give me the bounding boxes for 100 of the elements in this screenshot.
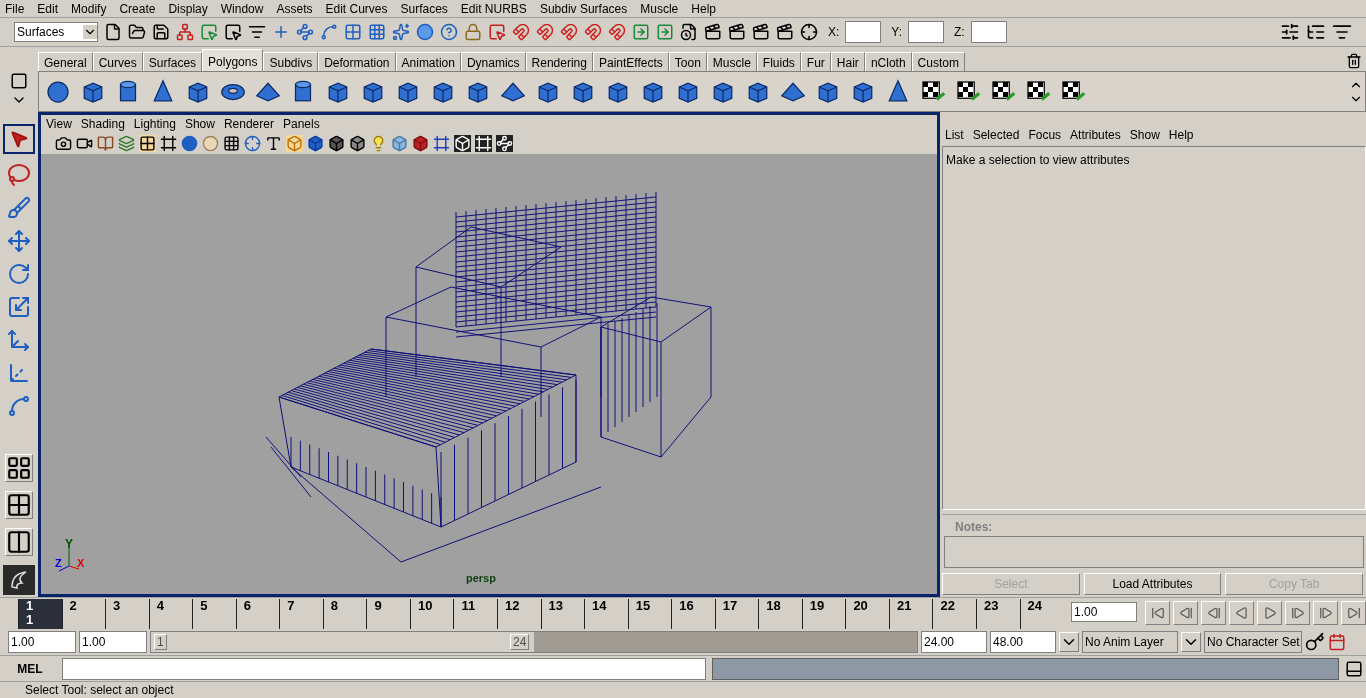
- playback-button[interactable]: [1145, 601, 1170, 625]
- magnet-icon[interactable]: [584, 23, 602, 41]
- current-time-field[interactable]: 1.00: [1071, 602, 1137, 622]
- frame-cell[interactable]: 12: [497, 599, 541, 629]
- menu-item[interactable]: Edit NURBS: [460, 0, 527, 18]
- coordinate-field[interactable]: [908, 21, 945, 43]
- channel-box-icon[interactable]: [1280, 22, 1300, 42]
- menu-item[interactable]: Muscle: [640, 0, 679, 18]
- command-field[interactable]: [62, 657, 706, 680]
- notes-field[interactable]: [944, 536, 1364, 568]
- input-icon[interactable]: [632, 23, 650, 41]
- text-icon[interactable]: [265, 135, 282, 152]
- frame-cell[interactable]: 3: [105, 599, 149, 629]
- range-start-handle[interactable]: 1: [154, 634, 167, 650]
- time-slider[interactable]: 1 1 2 3 4 5 6 7 8 9 10 11 12 13 14 15 16 17 18 19 20 21 22 23 24: [18, 599, 1063, 629]
- lock-icon[interactable]: [464, 23, 482, 41]
- isolate-icon[interactable]: [433, 135, 450, 152]
- panel-menu-item[interactable]: Lighting: [133, 115, 176, 133]
- coordinate-field[interactable]: [845, 21, 882, 43]
- skeleton-icon[interactable]: [496, 135, 513, 152]
- preferences-icon[interactable]: [1328, 633, 1346, 651]
- panel-menu-item[interactable]: View: [46, 115, 72, 133]
- render-settings-icon[interactable]: [776, 23, 794, 41]
- magnet-icon[interactable]: [608, 23, 626, 41]
- menu-item[interactable]: Edit: [37, 0, 59, 18]
- layers-icon[interactable]: [118, 135, 135, 152]
- ipr-clapperboard-icon[interactable]: [752, 23, 770, 41]
- filter-icon[interactable]: [248, 23, 266, 41]
- crosshair-icon[interactable]: [800, 23, 818, 41]
- frame-cell[interactable]: 23: [976, 599, 1020, 629]
- outliner-layout-icon[interactable]: [5, 528, 33, 556]
- menu-item[interactable]: Modify: [71, 0, 107, 18]
- perspective-viewport[interactable]: Y Z X persp: [41, 154, 937, 594]
- frame-icon[interactable]: [475, 135, 492, 152]
- attribute-menu-item[interactable]: Show: [1129, 126, 1160, 144]
- command-language-label[interactable]: MEL: [4, 659, 56, 678]
- script-editor-icon[interactable]: [1345, 659, 1363, 678]
- x-ray-cube-icon[interactable]: [454, 135, 471, 152]
- textured-cube-icon[interactable]: [391, 135, 408, 152]
- menu-item[interactable]: Edit Curves: [325, 0, 388, 18]
- resolution-gate-icon[interactable]: [181, 135, 198, 152]
- key-icon[interactable]: [1305, 632, 1325, 652]
- menu-item[interactable]: Assets: [276, 0, 313, 18]
- anim-layer-dropdown[interactable]: No Anim Layer: [1082, 631, 1178, 653]
- panel-menu-item[interactable]: Panels: [282, 115, 320, 133]
- panel-menu-item[interactable]: Shading: [80, 115, 125, 133]
- surface-icon[interactable]: [344, 23, 362, 41]
- folder-icon[interactable]: [128, 23, 146, 41]
- playback-button[interactable]: [1229, 601, 1254, 625]
- range-end-handle[interactable]: 24: [510, 634, 530, 650]
- plus-icon[interactable]: [272, 23, 290, 41]
- book-icon[interactable]: [97, 135, 114, 152]
- save-icon[interactable]: [152, 23, 170, 41]
- shaded-cube-icon[interactable]: [307, 135, 324, 152]
- frame-cell[interactable]: 1 1: [18, 599, 62, 629]
- attribute-menu-item[interactable]: Help: [1168, 126, 1194, 144]
- frame-cell[interactable]: 17: [714, 599, 759, 629]
- lasso-icon[interactable]: [7, 163, 31, 187]
- frame-cell[interactable]: 11: [453, 599, 497, 629]
- hierarchy-icon[interactable]: [176, 23, 194, 41]
- caret-icon[interactable]: [1181, 632, 1201, 652]
- playback-button[interactable]: [1285, 601, 1310, 625]
- playback-button[interactable]: [1313, 601, 1338, 625]
- file-icon[interactable]: [104, 23, 122, 41]
- playback-start-field[interactable]: 1.00: [79, 631, 147, 653]
- attribute-menu-item[interactable]: List: [945, 126, 964, 144]
- render-view-icon[interactable]: [704, 23, 722, 41]
- frame-cell[interactable]: 5: [192, 599, 236, 629]
- coordinate-field[interactable]: [970, 21, 1007, 43]
- dark-cube-icon[interactable]: [328, 135, 345, 152]
- end-time-field[interactable]: 48.00: [990, 631, 1056, 653]
- select-mask-icon[interactable]: [200, 23, 218, 41]
- soft-modification-icon[interactable]: [7, 361, 31, 385]
- joints-icon[interactable]: [296, 23, 314, 41]
- menu-set-dropdown[interactable]: Surfaces: [14, 22, 98, 42]
- frame-cell[interactable]: 24: [1019, 599, 1064, 629]
- grid-icon[interactable]: [139, 135, 156, 152]
- trash-icon[interactable]: [1346, 53, 1362, 69]
- menu-item[interactable]: File: [5, 0, 25, 18]
- universal-manipulator-icon[interactable]: [7, 328, 31, 352]
- menu-item[interactable]: Help: [691, 0, 716, 18]
- playback-button[interactable]: [1201, 601, 1226, 625]
- frame-cell[interactable]: 13: [540, 599, 585, 629]
- panel-menu-item[interactable]: Show: [184, 115, 215, 133]
- attribute-menu-item[interactable]: Selected: [972, 126, 1020, 144]
- playback-end-field[interactable]: 24.00: [921, 631, 987, 653]
- menu-item[interactable]: Subdiv Surfaces: [539, 0, 628, 18]
- caret-icon[interactable]: [1059, 632, 1079, 652]
- frame-cell[interactable]: 14: [584, 599, 628, 629]
- panel-menu-item[interactable]: Renderer: [223, 115, 274, 133]
- sphere-icon[interactable]: [416, 23, 434, 41]
- start-time-field[interactable]: 1.00: [8, 631, 76, 653]
- checker-cube-icon[interactable]: [349, 135, 366, 152]
- character-set-dropdown[interactable]: No Character Set: [1204, 631, 1302, 653]
- history-icon[interactable]: [680, 23, 698, 41]
- frame-cell[interactable]: 8: [322, 599, 367, 629]
- frame-cell[interactable]: 7: [279, 599, 323, 629]
- menu-item[interactable]: Window: [220, 0, 264, 18]
- playback-button[interactable]: [1257, 601, 1282, 625]
- field-chart-icon[interactable]: [223, 135, 240, 152]
